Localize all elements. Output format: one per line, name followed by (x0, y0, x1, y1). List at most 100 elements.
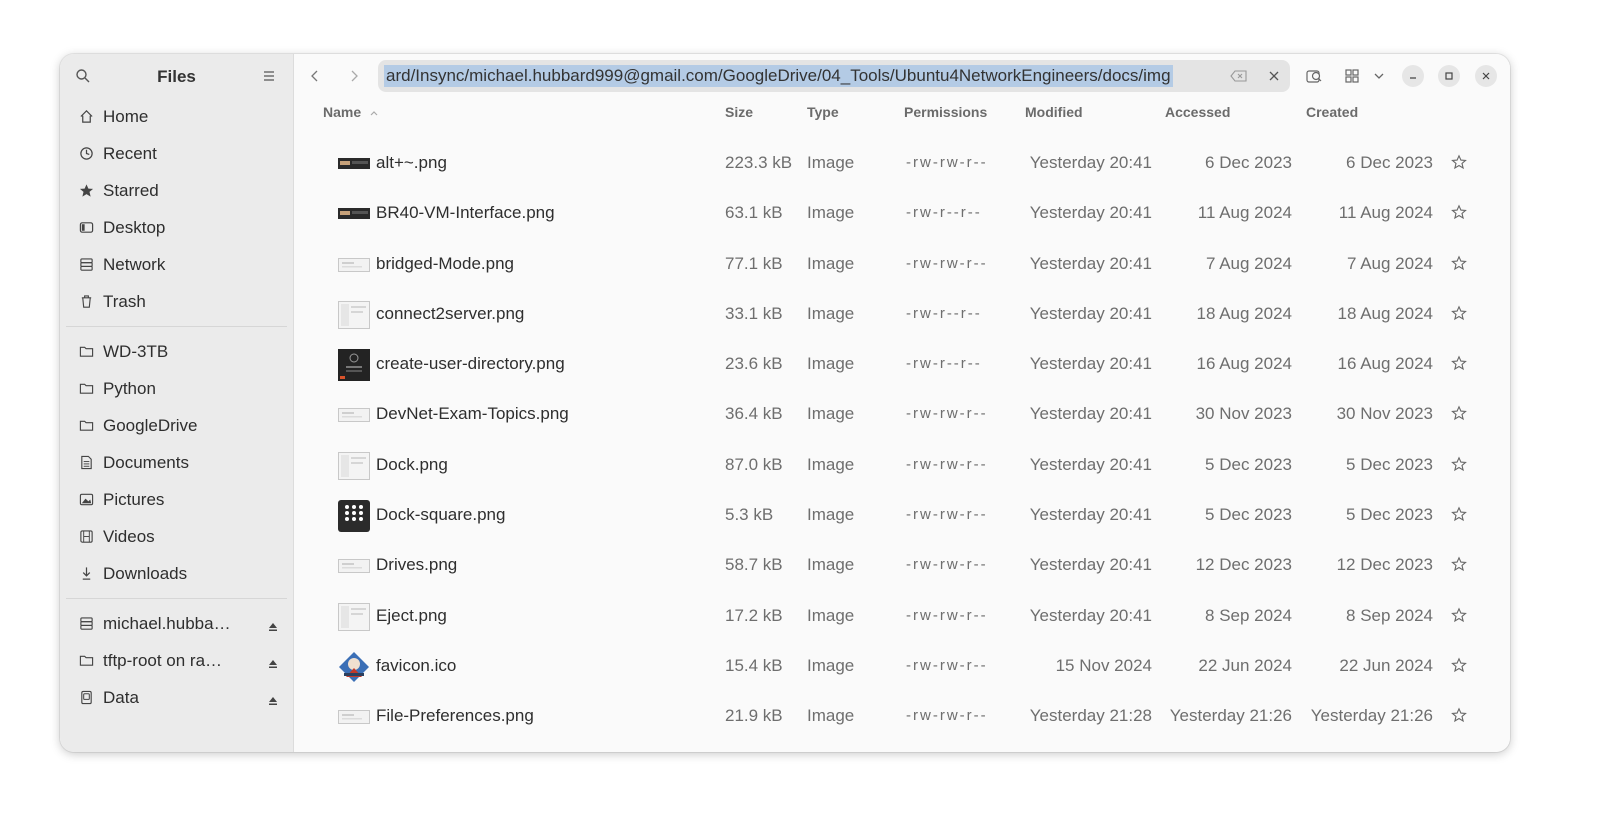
file-row[interactable]: Eject.png 17.2 kB Image -rw-rw-r-- 8 Sep 202… (294, 592, 1510, 642)
close-window-button[interactable] (1475, 65, 1497, 87)
column-header-name[interactable]: Name (323, 104, 379, 120)
file-accessed: Yesterday 20:41 (1029, 253, 1152, 273)
file-thumbnail-icon (338, 500, 370, 533)
eject-icon[interactable] (267, 655, 279, 668)
file-row[interactable]: Drives.png 58.7 kB Image -rw-rw-r-- 12 Dec 2… (294, 541, 1510, 591)
folder-icon (78, 652, 95, 669)
eject-icon[interactable] (267, 692, 279, 705)
sidebar-item-pictures[interactable]: Pictures (60, 481, 293, 518)
file-row[interactable]: connect2server.png 33.1 kB Image -rw-r--r--… (294, 290, 1510, 340)
star-toggle-icon[interactable] (1451, 506, 1467, 522)
file-created: 7 Aug 2024 (1346, 253, 1433, 273)
sidebar-item-label: tftp-root on ra… (103, 650, 223, 670)
sidebar-devices: michael.hubba… tftp-root on ra… Data (60, 605, 293, 716)
sidebar-item-recent[interactable]: Recent (60, 135, 293, 172)
file-row[interactable]: File-Preferences.png 21.9 kB Image -rw-rw-r… (294, 692, 1510, 742)
search-in-folder-icon[interactable] (1304, 66, 1324, 86)
back-button[interactable] (305, 66, 325, 86)
minimize-button[interactable] (1402, 65, 1424, 87)
sidebar-item-label: GoogleDrive (103, 415, 198, 435)
file-size: 87.0 kB (725, 454, 783, 474)
forward-button[interactable] (344, 66, 364, 86)
file-permissions: -rw-rw-r-- (906, 154, 988, 171)
star-toggle-icon[interactable] (1451, 305, 1467, 321)
eject-icon[interactable] (267, 618, 279, 631)
location-bar[interactable]: ard/Insync/michael.hubbard999@gmail.com/… (378, 60, 1290, 92)
sidebar-item-wd-3tb[interactable]: WD-3TB (60, 333, 293, 370)
file-size: 15.4 kB (725, 655, 783, 675)
file-permissions: -rw-rw-r-- (906, 707, 988, 725)
sidebar-item-downloads[interactable]: Downloads (60, 555, 293, 592)
sidebar-item-data[interactable]: Data (60, 679, 293, 716)
file-thumbnail-icon (338, 148, 370, 180)
file-name: DevNet-Exam-Topics.png (376, 404, 569, 424)
file-name: Eject.png (376, 605, 447, 625)
sidebar-item-python[interactable]: Python (60, 370, 293, 407)
file-modified: 18 Aug 2024 (1196, 303, 1292, 323)
file-row[interactable]: create-user-directory.png 23.6 kB Image -rw… (294, 340, 1510, 390)
hamburger-menu-icon[interactable] (261, 68, 277, 84)
file-row[interactable]: Dock.png 87.0 kB Image -rw-rw-r-- 5 Dec 2023… (294, 441, 1510, 491)
sidebar-item-documents[interactable]: Documents (60, 444, 293, 481)
file-permissions: -rw-rw-r-- (906, 455, 988, 473)
star-toggle-icon[interactable] (1451, 355, 1467, 371)
clear-text-icon[interactable] (1230, 68, 1248, 84)
column-header-modified[interactable]: Modified (1025, 104, 1083, 120)
sidebar-item-label: Network (103, 254, 166, 274)
file-row[interactable]: BR40-VM-Interface.png 63.1 kB Image -rw-r--… (294, 189, 1510, 239)
location-path[interactable]: ard/Insync/michael.hubbard999@gmail.com/… (384, 65, 1173, 87)
star-toggle-icon[interactable] (1451, 556, 1467, 572)
file-size: 36.4 kB (725, 404, 783, 424)
sidebar-item-desktop[interactable]: Desktop (60, 209, 293, 246)
clock-icon (78, 145, 95, 162)
sidebar-item-trash[interactable]: Trash (60, 283, 293, 320)
file-modified: 8 Sep 2024 (1205, 605, 1292, 625)
file-name: BR40-VM-Interface.png (376, 203, 555, 223)
chevron-down-icon[interactable] (1369, 66, 1389, 86)
file-row[interactable]: bridged-Mode.png 77.1 kB Image -rw-rw-r-- 7 … (294, 240, 1510, 290)
star-toggle-icon[interactable] (1451, 607, 1467, 623)
file-row[interactable]: alt+~.png 223.3 kB Image -rw-rw-r-- 6 Dec 20… (294, 139, 1510, 189)
file-row[interactable]: DevNet-Exam-Topics.png 36.4 kB Image -rw-rw… (294, 390, 1510, 440)
sidebar-item-network[interactable]: Network (60, 246, 293, 283)
file-name: favicon.ico (376, 655, 457, 675)
sidebar-item-videos[interactable]: Videos (60, 518, 293, 555)
file-row[interactable]: Dock-square.png 5.3 kB Image -rw-rw-r-- 5 De… (294, 491, 1510, 541)
file-type: Image (807, 706, 855, 726)
column-header-created[interactable]: Created (1306, 104, 1358, 120)
star-toggle-icon[interactable] (1451, 154, 1467, 170)
star-toggle-icon[interactable] (1451, 456, 1467, 472)
sidebar-item-starred[interactable]: Starred (60, 172, 293, 209)
star-toggle-icon[interactable] (1451, 657, 1467, 673)
column-header-permissions[interactable]: Permissions (904, 104, 987, 120)
file-created: Yesterday 21:26 (1310, 706, 1433, 726)
column-headers: Name Size Type Permissions Modified Acce… (294, 104, 1510, 122)
file-accessed: Yesterday 20:41 (1029, 404, 1152, 424)
column-header-accessed[interactable]: Accessed (1165, 104, 1230, 120)
folder-icon (78, 343, 95, 360)
main-pane: ard/Insync/michael.hubbard999@gmail.com/… (294, 54, 1510, 752)
file-accessed: Yesterday 20:41 (1029, 505, 1152, 525)
sidebar-item-home[interactable]: Home (60, 98, 293, 135)
column-header-size[interactable]: Size (725, 104, 753, 120)
sidebar-item-label: Desktop (103, 217, 166, 237)
sidebar-item-label: Videos (103, 526, 155, 546)
sidebar-item-michael-hubba[interactable]: michael.hubba… (60, 605, 293, 642)
star-toggle-icon[interactable] (1451, 707, 1467, 723)
file-size: 23.6 kB (725, 354, 783, 374)
file-thumbnail-icon (338, 349, 370, 382)
close-location-button[interactable] (1258, 60, 1290, 92)
star-toggle-icon[interactable] (1451, 255, 1467, 271)
file-row[interactable]: favicon.ico 15.4 kB Image -rw-rw-r-- 22 Jun … (294, 642, 1510, 692)
sidebar-item-label: Pictures (103, 489, 165, 509)
grid-view-icon[interactable] (1342, 66, 1362, 86)
star-toggle-icon[interactable] (1451, 204, 1467, 220)
file-accessed: Yesterday 21:28 (1029, 706, 1152, 726)
column-header-type[interactable]: Type (807, 104, 839, 120)
files-window: Files Home Recent Starred Desktop Network Tra… (60, 54, 1510, 752)
sidebar-item-tftp-root-on-ra[interactable]: tftp-root on ra… (60, 642, 293, 679)
sidebar-item-googledrive[interactable]: GoogleDrive (60, 407, 293, 444)
maximize-button[interactable] (1438, 65, 1460, 87)
sidebar-item-label: Trash (103, 291, 146, 311)
star-toggle-icon[interactable] (1451, 405, 1467, 421)
